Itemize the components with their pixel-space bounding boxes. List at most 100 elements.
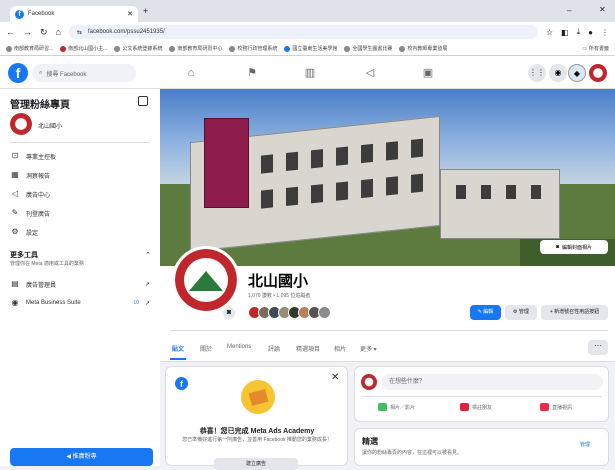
create-ad-button[interactable]: 建立廣告 [214, 458, 298, 470]
sidebar-item-insights[interactable]: ▦ 洞察報告 [10, 168, 150, 182]
bookmark-favicon-icon [169, 45, 176, 52]
bookmark-item[interactable]: 校內教師專業發展 [399, 45, 447, 52]
sidebar-item-label: 洞察報告 [26, 173, 51, 180]
site-info-icon[interactable]: ⇆ [77, 29, 82, 36]
live-video-button[interactable]: 直播視訊 [540, 403, 572, 411]
close-window-icon[interactable]: ✕ [599, 5, 606, 14]
megaphone-icon: ◁ [11, 189, 19, 198]
address-bar[interactable]: ⇆ facebook.com/pssu2451935/ [68, 25, 538, 39]
meta-business-icon: ◉ [11, 298, 19, 307]
bookmarks-bar: 南部教育局研習... 南部北山國小主... 公文系統登錄系統 南部教育局研習中心… [0, 42, 615, 56]
profile-tabs: 貼文 關於 Mentions 評論 精選項目 相片 更多 ▾ [160, 336, 615, 362]
featured-title: 精選 [362, 437, 378, 446]
tag-friends-button[interactable]: 標註朋友 [460, 403, 492, 411]
edit-page-button[interactable]: ✎ 編輯 [470, 305, 501, 320]
update-profile-picture-camera-icon[interactable]: ◙ [223, 307, 235, 319]
profile-icon[interactable]: ● [588, 28, 593, 37]
sidebar-item-settings[interactable]: ⚙ 設定 [10, 225, 150, 239]
menu-icon[interactable]: ⋮ [601, 28, 609, 37]
sidebar-item-ad-center[interactable]: ◁ 廣告中心 [10, 187, 150, 201]
sidebar-item-meta-business-suite[interactable]: ◉ Meta Business Suite 10 ↗ [10, 296, 151, 310]
ads-megaphone-icon[interactable]: ◁ [362, 65, 378, 81]
external-link-icon: ↗ [144, 281, 150, 288]
page-avatar[interactable] [10, 113, 32, 135]
add-action-button[interactable]: + 新增號召性用語按鈕 [541, 305, 608, 320]
notifications-bell-icon[interactable]: ◆ [568, 64, 586, 82]
bookmark-item[interactable]: 全國學生圖書比賽 [344, 45, 392, 52]
messenger-icon[interactable]: ◉ [549, 64, 567, 82]
all-bookmarks[interactable]: ▭ 所有書籤 [582, 45, 609, 53]
forward-icon[interactable]: → [23, 27, 32, 37]
pages-flag-icon[interactable]: ⚑ [244, 65, 260, 81]
more-tools-description: 管理你在 Meta 適用或工具的業務 [10, 261, 84, 267]
new-tab-icon[interactable]: + [143, 6, 148, 16]
facebook-logo-icon[interactable]: f [8, 63, 28, 83]
photo-video-button[interactable]: 相片／影片 [378, 403, 415, 411]
edit-cover-photo-button[interactable]: ◙ 編輯封面相片 [540, 240, 608, 254]
tab-photos[interactable]: 相片 [334, 344, 346, 353]
sidebar-item-label: 專業主控板 [26, 154, 57, 161]
extensions-icon[interactable]: ◧ [561, 28, 569, 37]
browser-tab[interactable]: f Facebook ✕ [10, 6, 138, 22]
featured-card [354, 428, 609, 466]
search-icon: ⌕ [39, 69, 43, 76]
bookmark-favicon-icon [284, 45, 291, 52]
dashboard-icon: ⊡ [11, 151, 19, 160]
download-icon[interactable]: ⤓ [577, 27, 581, 37]
reload-icon[interactable]: ↻ [40, 27, 48, 38]
tab-mentions[interactable]: Mentions [227, 344, 251, 350]
marketplace-icon[interactable]: ▥ [302, 65, 318, 81]
close-tab-icon[interactable]: ✕ [127, 10, 133, 18]
close-icon[interactable]: ✕ [331, 372, 339, 383]
bookmark-item[interactable]: 公文系統登錄系統 [114, 45, 162, 52]
url-text: facebook.com/pssu2451935/ [88, 29, 165, 35]
more-options-icon[interactable]: ··· [588, 340, 608, 355]
featured-description: 讓你的粉絲專頁的內容，在這裡可以被看見。 [362, 450, 463, 456]
sidebar-page-name[interactable]: 北山國小 [38, 121, 62, 130]
tab-posts[interactable]: 貼文 [172, 344, 184, 353]
promote-page-button[interactable]: ◀ 推廣粉專 [10, 448, 153, 466]
manage-button[interactable]: ⚙ 管理 [505, 305, 537, 320]
profile-picture[interactable] [172, 246, 240, 314]
sidebar-item-label: 設定 [26, 230, 39, 237]
tab-about[interactable]: 關於 [200, 344, 212, 353]
manage-page-sidebar: 管理粉絲專頁 北山國小 ⊡ 專業主控板 ▦ 洞察報告 ◁ 廣告中心 ✎ 刊登廣告… [0, 89, 160, 466]
avatar[interactable] [361, 374, 377, 390]
ads-manager-icon: ▤ [11, 279, 19, 288]
home-icon[interactable]: ⌂ [56, 27, 61, 37]
card-body: 您已準備好進行第一則廣告，並善用 Facebook 推動您的業務成長！ [182, 437, 332, 443]
bookmark-item[interactable]: 國立臺東生活美學館 [284, 45, 337, 52]
manage-featured-link[interactable]: 管理 [580, 441, 590, 448]
facebook-favicon-icon: f [15, 9, 24, 19]
tab-featured[interactable]: 精選項目 [296, 344, 320, 353]
sidebar-item-create-ad[interactable]: ✎ 刊登廣告 [10, 206, 150, 220]
bookmark-item[interactable]: 校務行政管理系統 [229, 45, 277, 52]
post-input[interactable]: 在想些什麼？ [381, 374, 603, 390]
bookmark-favicon-icon [60, 45, 67, 52]
page-stats[interactable]: 1,070 讚數 • 1,095 位追蹤者 [248, 292, 310, 299]
sidebar-item-dashboard[interactable]: ⊡ 專業主控板 [10, 149, 150, 163]
bookmark-item[interactable]: 南部教育局研習... [6, 45, 53, 52]
bookmark-favicon-icon [114, 45, 121, 52]
bookmark-item[interactable]: 南部教育局研習中心 [169, 45, 222, 52]
divider [362, 396, 602, 397]
follower-avatars[interactable] [248, 306, 331, 319]
pencil-icon: ✎ [11, 208, 19, 217]
collapse-sidebar-icon[interactable] [138, 96, 148, 106]
bookmark-star-icon[interactable]: ☆ [546, 28, 553, 37]
insights-icon: ▦ [11, 170, 19, 179]
bookmark-item[interactable]: 南部北山國小主... [60, 45, 107, 52]
minimize-icon[interactable]: – [567, 6, 571, 15]
facebook-search-input[interactable]: ⌕ 搜尋 Facebook [32, 64, 136, 82]
avatar[interactable] [318, 306, 331, 319]
home-nav-icon[interactable]: ⌂ [183, 65, 199, 81]
bookmark-favicon-icon [229, 45, 236, 52]
chevron-up-icon[interactable]: ⌃ [145, 251, 151, 259]
account-avatar[interactable] [589, 64, 607, 82]
watch-icon[interactable]: ▣ [420, 65, 436, 81]
back-icon[interactable]: ← [6, 27, 15, 37]
sidebar-item-ads-manager[interactable]: ▤ 廣告管理員 ↗ [10, 277, 150, 291]
tab-more[interactable]: 更多 ▾ [360, 344, 377, 353]
menu-grid-icon[interactable]: ⋮⋮ [528, 64, 546, 82]
tab-reviews[interactable]: 評論 [268, 344, 280, 353]
